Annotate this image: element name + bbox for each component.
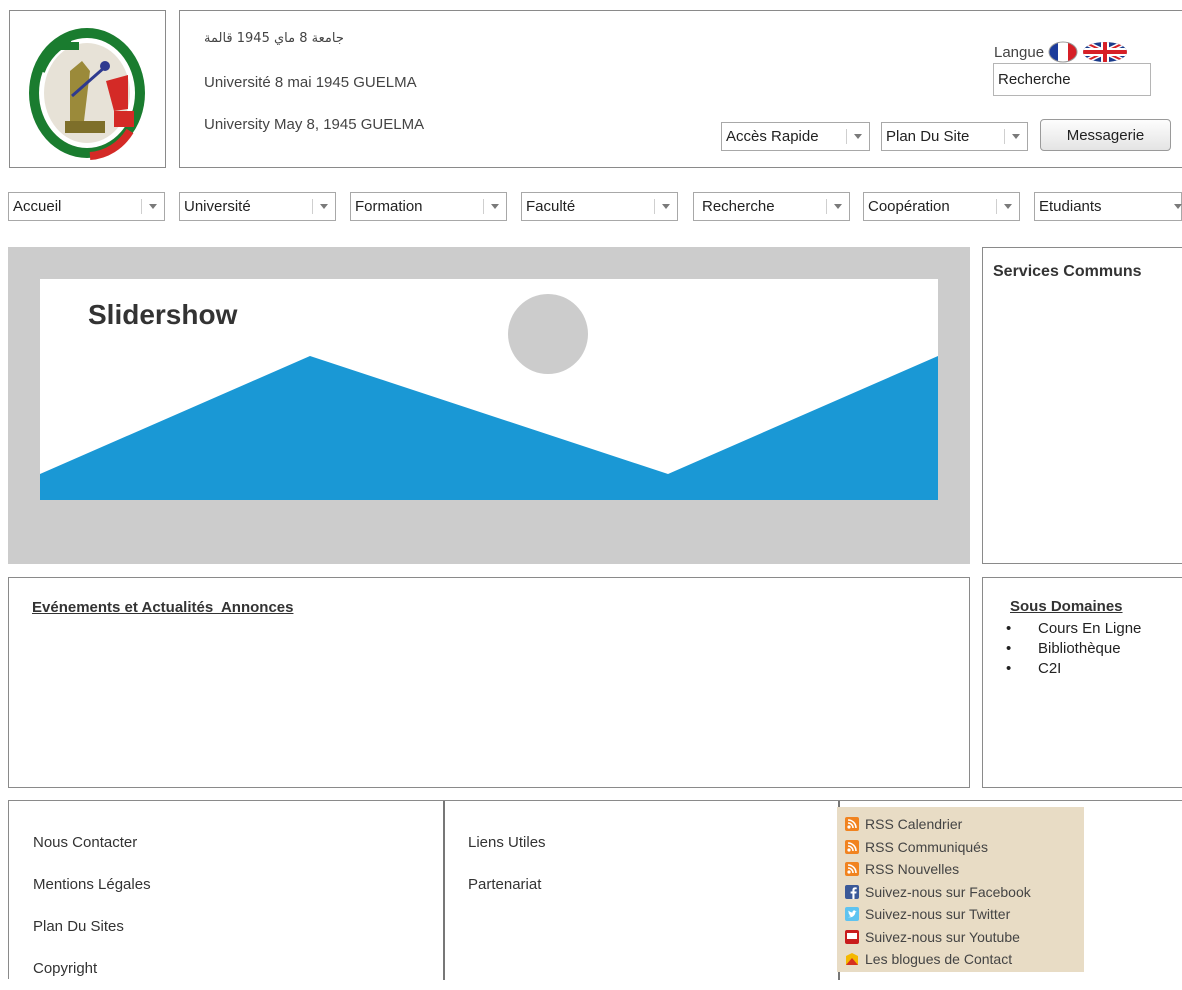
nav-label: Coopération bbox=[868, 198, 950, 215]
footer-col-2: Liens Utiles Partenariat bbox=[468, 822, 546, 906]
chevron-down-icon bbox=[142, 193, 164, 220]
social-panel: RSS Calendrier RSS Communiqués RSS Nouve… bbox=[837, 807, 1084, 972]
social-link-rss-news[interactable]: RSS Nouvelles bbox=[845, 858, 1084, 881]
site-map-select[interactable]: Plan Du Site bbox=[881, 122, 1028, 151]
nav-formation[interactable]: Formation bbox=[350, 192, 507, 221]
nav-label: Recherche bbox=[702, 198, 775, 215]
language-label: Langue bbox=[994, 43, 1045, 61]
list-item[interactable]: • Cours En Ligne bbox=[1006, 619, 1141, 639]
social-link-twitter[interactable]: Suivez-nous sur Twitter bbox=[845, 903, 1084, 926]
logo-box bbox=[9, 10, 166, 168]
title-english: University May 8, 1945 GUELMA bbox=[204, 116, 425, 133]
nav-cooperation[interactable]: Coopération bbox=[863, 192, 1020, 221]
subdomains-title-link[interactable]: Sous Domaines bbox=[1010, 598, 1123, 615]
footer-link-sitemap[interactable]: Plan Du Sites bbox=[33, 906, 151, 948]
title-french: Université 8 mai 1945 GUELMA bbox=[204, 74, 417, 91]
footer-col-1: Nous Contacter Mentions Légales Plan Du … bbox=[33, 822, 151, 990]
nav-faculte[interactable]: Faculté bbox=[521, 192, 678, 221]
site-map-label: Plan Du Site bbox=[886, 128, 970, 145]
slideshow-label: Slidershow bbox=[88, 299, 238, 330]
blog-icon bbox=[846, 953, 858, 965]
list-item[interactable]: • Bibliothèque bbox=[1006, 639, 1141, 659]
chevron-down-icon bbox=[655, 193, 677, 220]
nav-accueil[interactable]: Accueil bbox=[8, 192, 165, 221]
chevron-down-icon bbox=[847, 123, 869, 150]
nav-label: Etudiants bbox=[1039, 198, 1102, 215]
facebook-icon bbox=[845, 884, 859, 899]
nav-recherche[interactable]: Recherche bbox=[693, 192, 850, 221]
chevron-down-icon bbox=[484, 193, 506, 220]
social-link-youtube[interactable]: Suivez-nous sur Youtube bbox=[845, 926, 1084, 949]
nav-label: Faculté bbox=[526, 198, 576, 215]
footer-link-useful-links[interactable]: Liens Utiles bbox=[468, 822, 546, 864]
footer-link-copyright[interactable]: Copyright bbox=[33, 948, 151, 990]
footer-divider bbox=[443, 801, 445, 980]
university-logo[interactable] bbox=[10, 11, 167, 169]
services-title: Services Communs bbox=[993, 263, 1142, 280]
social-link-blog[interactable]: Les blogues de Contact bbox=[846, 948, 1084, 971]
rss-icon bbox=[845, 839, 859, 854]
footer: Nous Contacter Mentions Légales Plan Du … bbox=[8, 800, 1182, 980]
chevron-down-icon bbox=[827, 193, 849, 220]
uk-flag-icon[interactable] bbox=[1082, 41, 1128, 63]
subdomains-list: • Cours En Ligne • Bibliothèque • C2I bbox=[1006, 619, 1141, 679]
quick-access-label: Accès Rapide bbox=[726, 128, 819, 145]
services-panel: Services Communs bbox=[982, 247, 1182, 564]
chevron-down-icon bbox=[1167, 193, 1182, 220]
nav-etudiants[interactable]: Etudiants bbox=[1034, 192, 1182, 221]
title-arabic: جامعة 8 ماي 1945 قالمة bbox=[204, 31, 344, 46]
nav-label: Formation bbox=[355, 198, 423, 215]
rss-icon bbox=[845, 862, 859, 876]
chevron-down-icon bbox=[1005, 123, 1027, 150]
events-title-link[interactable]: Evénements et Actualités Annonces bbox=[32, 599, 293, 616]
social-link-facebook[interactable]: Suivez-nous sur Facebook bbox=[845, 881, 1084, 904]
social-link-rss-communiques[interactable]: RSS Communiqués bbox=[845, 836, 1084, 859]
french-flag-icon[interactable] bbox=[1048, 41, 1078, 63]
subdomains-panel: Sous Domaines • Cours En Ligne • Bibliothè… bbox=[982, 577, 1182, 788]
rss-icon bbox=[845, 817, 859, 831]
nav-label: Accueil bbox=[13, 198, 62, 215]
youtube-icon bbox=[845, 929, 859, 944]
footer-link-legal[interactable]: Mentions Légales bbox=[33, 864, 151, 906]
slideshow[interactable]: Slidershow bbox=[40, 279, 938, 500]
events-panel: Evénements et Actualités Annonces bbox=[8, 577, 970, 788]
twitter-icon bbox=[845, 907, 859, 921]
nav-label: Université bbox=[184, 198, 251, 215]
search-input[interactable] bbox=[993, 63, 1151, 96]
list-item[interactable]: • C2I bbox=[1006, 659, 1141, 679]
footer-link-partnership[interactable]: Partenariat bbox=[468, 864, 546, 906]
messaging-button[interactable]: Messagerie bbox=[1040, 119, 1171, 151]
nav-universite[interactable]: Université bbox=[179, 192, 336, 221]
footer-link-contact[interactable]: Nous Contacter bbox=[33, 822, 151, 864]
social-link-rss-calendar[interactable]: RSS Calendrier bbox=[845, 813, 1084, 836]
chevron-down-icon bbox=[997, 193, 1019, 220]
header-panel: جامعة 8 ماي 1945 قالمة Université 8 mai … bbox=[179, 10, 1182, 168]
language-selector: Langue bbox=[994, 41, 1128, 63]
quick-access-select[interactable]: Accès Rapide bbox=[721, 122, 870, 151]
chevron-down-icon bbox=[313, 193, 335, 220]
